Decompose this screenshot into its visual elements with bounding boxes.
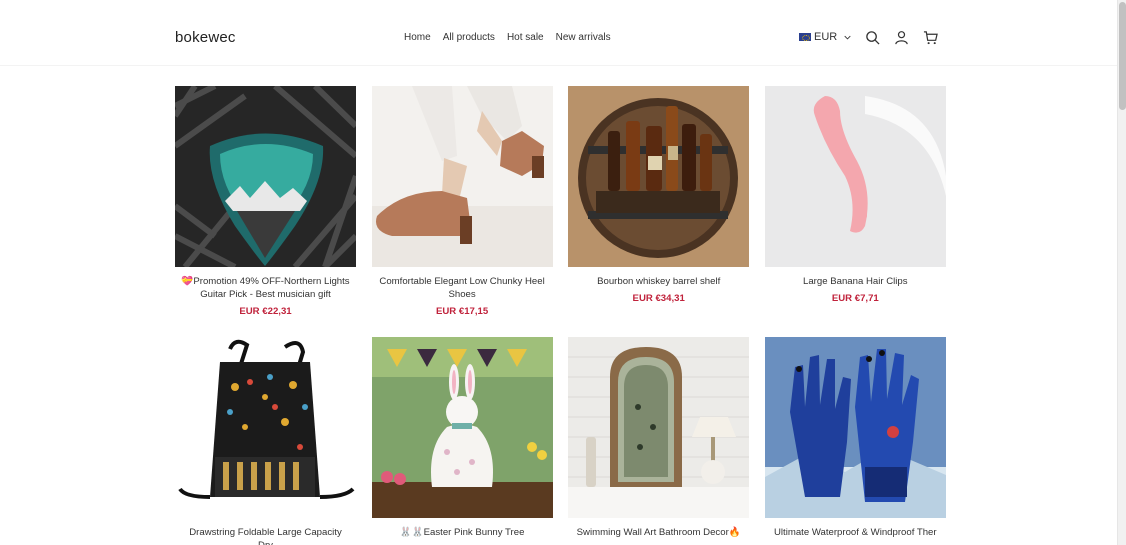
nav-hot-sale[interactable]: Hot sale: [507, 32, 544, 43]
eu-flag-icon: [799, 33, 811, 41]
product-card[interactable]: Bourbon whiskey barrel shelf EUR €34,31: [568, 86, 750, 317]
product-price: EUR €22,31: [239, 306, 292, 317]
site-header: bokewec Home All products Hot sale New a…: [0, 0, 1117, 66]
product-title[interactable]: Swimming Wall Art Bathroom Decor🔥: [568, 526, 749, 539]
nav-home[interactable]: Home: [404, 32, 431, 43]
product-card[interactable]: Swimming Wall Art Bathroom Decor🔥: [568, 337, 750, 545]
product-price: EUR €7,71: [831, 293, 879, 304]
product-title[interactable]: 🐰🐰Easter Pink Bunny Tree: [372, 526, 553, 539]
product-card[interactable]: Drawstring Foldable Large Capacity Dry: [175, 337, 356, 545]
product-card[interactable]: 🐰🐰Easter Pink Bunny Tree: [371, 337, 553, 545]
product-title[interactable]: Drawstring Foldable Large Capacity Dry: [175, 526, 356, 545]
product-title[interactable]: Bourbon whiskey barrel shelf: [568, 275, 749, 288]
product-image-bathroom-decor[interactable]: [568, 337, 750, 518]
currency-label: EUR: [814, 31, 838, 43]
product-card[interactable]: 💝Promotion 49% OFF-Northern Lights Guita…: [175, 86, 356, 317]
page-scrollbar[interactable]: [1117, 0, 1126, 545]
nav-all-products[interactable]: All products: [443, 32, 495, 43]
currency-selector[interactable]: EUR: [799, 31, 851, 43]
product-image-hair-clip[interactable]: [764, 86, 946, 267]
scrollbar-thumb[interactable]: [1119, 2, 1126, 110]
product-price: EUR €17,15: [435, 306, 489, 317]
product-grid: 💝Promotion 49% OFF-Northern Lights Guita…: [175, 86, 946, 545]
search-icon[interactable]: [865, 30, 880, 45]
product-title[interactable]: Large Banana Hair Clips: [765, 275, 946, 288]
account-icon[interactable]: [894, 30, 909, 45]
brand-logo[interactable]: bokewec: [175, 29, 236, 46]
product-card[interactable]: Large Banana Hair Clips EUR €7,71: [764, 86, 946, 317]
product-image-heel-shoes[interactable]: [371, 86, 553, 267]
product-price: EUR €34,31: [632, 293, 685, 304]
nav-new-arrivals[interactable]: New arrivals: [556, 32, 611, 43]
product-image-guitar-pick[interactable]: [175, 86, 356, 267]
product-image-waterproof-gloves[interactable]: [764, 337, 946, 518]
product-card[interactable]: Comfortable Elegant Low Chunky Heel Shoe…: [371, 86, 553, 317]
product-card[interactable]: Ultimate Waterproof & Windproof Ther: [764, 337, 946, 545]
main-nav: Home All products Hot sale New arrivals: [404, 32, 611, 43]
cart-icon[interactable]: [923, 30, 938, 45]
product-title[interactable]: Comfortable Elegant Low Chunky Heel Shoe…: [372, 275, 553, 301]
product-image-easter-bunny[interactable]: [371, 337, 553, 518]
product-image-whiskey-shelf[interactable]: [568, 86, 750, 267]
product-title[interactable]: 💝Promotion 49% OFF-Northern Lights Guita…: [175, 275, 356, 301]
product-title[interactable]: Ultimate Waterproof & Windproof Ther: [765, 526, 946, 539]
product-image-drawstring-bag[interactable]: [175, 337, 356, 518]
chevron-down-icon: [844, 35, 851, 40]
